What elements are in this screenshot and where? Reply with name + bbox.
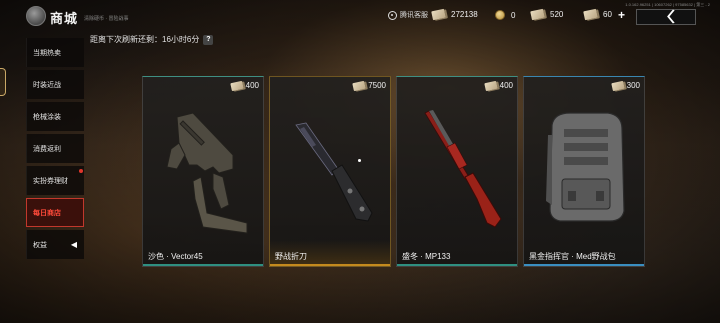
service-icon <box>388 10 397 20</box>
currency-value: 520 <box>550 10 564 19</box>
sidebar-item-daily-shop[interactable]: 每日商店 <box>26 198 84 227</box>
price-value: 400 <box>499 81 513 90</box>
top-bar: 商城 清除硬币 · 冒险战事 1.0.162.96251 | 10607262 … <box>0 0 720 32</box>
sidebar-item-label: 枪械涂装 <box>33 113 61 121</box>
notification-dot <box>79 169 83 173</box>
rarity-bar <box>270 264 390 266</box>
sidebar-item-label: 时装近战 <box>33 81 61 89</box>
ticket-icon <box>530 8 545 21</box>
item-name: 黑金指挥官 · Med野战包 <box>529 252 616 261</box>
page-subtitle: 清除硬币 · 冒险战事 <box>84 16 129 22</box>
price-tag: 400 <box>229 80 259 91</box>
ticket-icon <box>229 80 244 91</box>
help-icon[interactable]: ? <box>203 34 214 45</box>
sidebar-item-rebate[interactable]: 消费返利 <box>26 134 84 163</box>
back-arrow-icon: 〈 <box>656 9 676 25</box>
currency-tickets-premium[interactable]: 60 <box>583 8 612 21</box>
rarity-bar <box>143 264 263 266</box>
side-drawer-handle[interactable] <box>0 68 6 96</box>
chevron-left-icon: ◀ <box>70 240 77 249</box>
currency-value: 0 <box>511 10 516 20</box>
add-currency-button[interactable]: + <box>618 9 625 21</box>
item-name: 沙色 · Vector45 <box>148 252 203 261</box>
currency-value: 60 <box>603 10 612 19</box>
currency-coins[interactable]: 0 <box>495 10 515 20</box>
ticket-icon <box>483 80 498 91</box>
med-backpack-image <box>546 112 625 222</box>
shop-card-field-knife[interactable]: 7500 野战折刀 <box>269 76 391 267</box>
currency-value: 272138 <box>451 10 478 19</box>
rarity-bar <box>524 264 644 266</box>
coin-icon <box>495 10 505 20</box>
shop-card-mp133[interactable]: 400 盛冬 · MP133 <box>396 76 518 267</box>
cursor-dot <box>358 159 361 162</box>
price-tag: 400 <box>483 80 513 91</box>
currency-tickets-primary[interactable]: 272138 <box>431 8 478 21</box>
page-title: 商城 <box>50 11 79 26</box>
item-name: 盛冬 · MP133 <box>402 252 451 261</box>
sidebar-item-label: 消费返利 <box>33 145 61 153</box>
sidebar-item-weapon-skins[interactable]: 枪械涂装 <box>26 102 84 131</box>
sidebar-item-label: 每日商店 <box>33 209 61 217</box>
ticket-icon <box>583 8 598 21</box>
price-tag: 7500 <box>352 80 386 91</box>
price-tag: 300 <box>610 80 640 91</box>
customer-service-button[interactable]: 腾讯客服 <box>388 10 428 20</box>
refresh-timer-text: 距离下次刷新还剩：16小时6分 <box>90 35 200 44</box>
ticket-icon <box>352 80 366 91</box>
ticket-icon <box>610 80 625 91</box>
price-value: 400 <box>245 81 259 90</box>
ticket-icon <box>431 8 446 21</box>
price-value: 7500 <box>368 81 386 90</box>
shop-card-vector45[interactable]: 400 沙色 · Vector45 <box>142 76 264 267</box>
rarity-bar <box>397 264 517 266</box>
sidebar-item-label: 当期热卖 <box>33 49 61 57</box>
currency-tickets-secondary[interactable]: 520 <box>530 8 564 21</box>
version-info: 1.0.162.96251 | 10607262 | 97585632 | 第三… <box>625 2 710 7</box>
back-button[interactable]: 〈 <box>636 9 696 25</box>
sidebar-item-label: 权益 <box>33 241 47 249</box>
price-value: 300 <box>626 81 640 90</box>
refresh-timer: 距离下次刷新还剩：16小时6分 ? <box>90 34 214 45</box>
shop-card-med-pack[interactable]: 300 黑金指挥官 · Med野战包 <box>523 76 645 267</box>
item-name: 野战折刀 <box>275 252 307 261</box>
mp133-shotgun-image <box>424 110 502 228</box>
sidebar-item-fashion-melee[interactable]: 时装近战 <box>26 70 84 99</box>
sidebar-item-hot-sale[interactable]: 当期热卖 <box>26 38 84 67</box>
sidebar-item-finance[interactable]: 实扮券理财 <box>26 166 84 195</box>
vector45-smg-image <box>166 112 248 234</box>
sidebar-item-label: 实扮券理财 <box>33 177 68 185</box>
customer-service-label: 腾讯客服 <box>400 12 428 19</box>
sidebar-item-benefits[interactable]: 权益 ◀ <box>26 230 84 259</box>
field-knife-image <box>295 122 373 222</box>
shop-logo-icon <box>26 6 46 26</box>
sidebar: 当期热卖 时装近战 枪械涂装 消费返利 实扮券理财 每日商店 权益 ◀ <box>26 38 84 262</box>
